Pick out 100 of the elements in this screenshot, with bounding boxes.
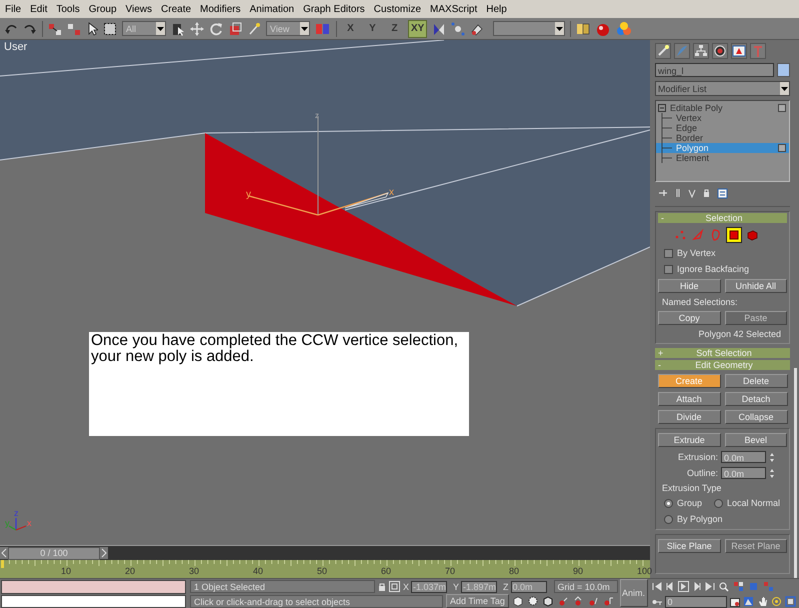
polygon-level-icon[interactable]: [726, 227, 742, 243]
pin-stack-icon[interactable]: [658, 188, 668, 198]
spinner-field[interactable]: 0.0m: [721, 467, 766, 479]
checkbox[interactable]: [664, 248, 673, 258]
layers-icon[interactable]: [576, 22, 590, 36]
absolute-mode-icon[interactable]: [389, 581, 400, 592]
stack-subobject-item[interactable]: Element: [656, 153, 789, 163]
menu-item[interactable]: File: [2, 4, 28, 14]
go-to-start-icon[interactable]: [652, 582, 662, 591]
command-button[interactable]: Extrude: [658, 433, 720, 447]
command-button[interactable]: Copy: [658, 311, 720, 325]
collapse-box-icon[interactable]: [658, 104, 666, 112]
command-button[interactable]: Attach: [658, 392, 720, 406]
command-button[interactable]: Slice Plane: [658, 539, 720, 553]
maxscript-input-field[interactable]: [1, 595, 186, 608]
select-arrow-icon[interactable]: [86, 22, 98, 36]
menu-item[interactable]: Graph Editors: [300, 4, 371, 14]
rollout-header[interactable]: - Selection: [658, 213, 787, 223]
cube-icon[interactable]: [542, 595, 554, 607]
axis-constraint-button[interactable]: X: [342, 20, 359, 38]
maxscript-listener-field[interactable]: [1, 580, 186, 594]
stack-subobject-item[interactable]: Polygon: [656, 143, 789, 153]
go-to-end-icon[interactable]: [704, 582, 715, 591]
pan-hand-icon[interactable]: [756, 596, 768, 607]
axis-constraint-button[interactable]: Y: [364, 20, 381, 38]
radio-button[interactable]: [714, 498, 724, 508]
configure-modifier-sets-icon[interactable]: [717, 188, 728, 198]
gear-icon[interactable]: [526, 595, 539, 607]
next-key-icon[interactable]: [692, 582, 701, 591]
coordinate-field[interactable]: 0.0m: [510, 580, 547, 592]
stack-modifier-item[interactable]: Editable Poly: [656, 103, 789, 113]
panel-scrollbar[interactable]: [794, 368, 797, 578]
add-time-tag-button[interactable]: Add Time Tag: [446, 594, 509, 608]
orbit-icon[interactable]: [770, 596, 782, 607]
radio-button[interactable]: [664, 514, 673, 524]
stack-subobject-item[interactable]: Edge: [656, 123, 789, 133]
zoom-icon[interactable]: [718, 582, 729, 592]
command-button[interactable]: Divide: [658, 410, 720, 424]
stack-subobject-item[interactable]: Border: [656, 133, 789, 143]
rectangle-select-icon[interactable]: [103, 22, 117, 36]
link-icon[interactable]: [48, 22, 62, 36]
create-tab-icon[interactable]: [655, 43, 671, 59]
hierarchy-tab-icon[interactable]: [693, 43, 709, 59]
command-button[interactable]: Detach: [724, 392, 788, 406]
rollout-header[interactable]: + Soft Selection: [655, 348, 790, 358]
next-frame-icon[interactable]: [100, 547, 108, 559]
axis-constraint-button[interactable]: XY: [408, 20, 428, 38]
command-button[interactable]: Bevel: [724, 433, 787, 447]
remove-modifier-icon[interactable]: [703, 188, 710, 198]
coordinate-field[interactable]: -1.037m: [411, 580, 448, 592]
unlink-icon[interactable]: [67, 22, 81, 36]
object-name-field[interactable]: wing_l: [655, 63, 774, 77]
menu-item[interactable]: Edit: [27, 4, 54, 14]
menu-item[interactable]: Animation: [246, 4, 300, 14]
current-frame-field[interactable]: 0: [664, 596, 727, 608]
show-end-result-icon[interactable]: [675, 188, 681, 198]
scale-icon[interactable]: [228, 22, 242, 36]
rotate-icon[interactable]: [209, 22, 223, 36]
menu-item[interactable]: Create: [158, 4, 198, 14]
select-by-name-icon[interactable]: [171, 22, 185, 36]
previous-key-icon[interactable]: [666, 582, 674, 591]
make-unique-icon[interactable]: [688, 188, 696, 198]
menu-item[interactable]: Help: [483, 4, 513, 14]
menu-item[interactable]: Views: [122, 4, 158, 14]
stack-subobject-item[interactable]: Vertex: [656, 113, 789, 123]
command-button[interactable]: Hide: [658, 279, 720, 293]
lock-icon[interactable]: [378, 582, 386, 592]
spinner-arrows-icon[interactable]: [769, 468, 775, 478]
menu-item[interactable]: Modifiers: [197, 4, 247, 14]
checkbox[interactable]: [664, 264, 673, 274]
coordinate-field[interactable]: -1.897m: [461, 580, 498, 592]
viewport-label[interactable]: User: [4, 41, 28, 53]
spinner-arrows-icon[interactable]: [769, 452, 775, 462]
axis-constraint-button[interactable]: Z: [386, 20, 403, 38]
menu-item[interactable]: Tools: [53, 4, 86, 14]
field-of-view-icon[interactable]: [742, 596, 754, 607]
command-button[interactable]: Unhide All: [724, 279, 787, 293]
menu-item[interactable]: MAXScript: [427, 4, 484, 14]
modifier-list-dropdown[interactable]: Modifier List: [655, 81, 790, 96]
rollout-header[interactable]: - Edit Geometry: [655, 360, 790, 370]
material-spheres-icon[interactable]: [616, 20, 632, 36]
animation-mode-button[interactable]: Anim.: [620, 579, 648, 607]
command-button[interactable]: Collapse: [724, 410, 788, 424]
play-icon[interactable]: [678, 581, 689, 592]
menu-item[interactable]: Customize: [370, 4, 428, 14]
radio-button[interactable]: [664, 498, 673, 508]
spinner-field[interactable]: 0.0m: [721, 451, 766, 463]
maximize-viewport-icon[interactable]: [784, 596, 796, 607]
previous-frame-icon[interactable]: [0, 547, 8, 559]
key-icon[interactable]: [652, 598, 662, 606]
selection-filter-dropdown[interactable]: All: [122, 21, 166, 36]
mirror-icon[interactable]: [432, 22, 446, 36]
object-color-swatch[interactable]: [777, 63, 790, 77]
command-button[interactable]: Create: [658, 374, 720, 388]
reference-coordinate-dropdown[interactable]: View: [266, 21, 310, 36]
named-selection-dropdown[interactable]: [493, 21, 566, 36]
move-icon[interactable]: [190, 22, 204, 36]
timeline-ruler[interactable]: 10 20 30 40 50 60 70 80 90 100: [0, 560, 650, 578]
menu-item[interactable]: Group: [86, 4, 123, 14]
time-slider-thumb[interactable]: 0 / 100: [8, 546, 100, 560]
